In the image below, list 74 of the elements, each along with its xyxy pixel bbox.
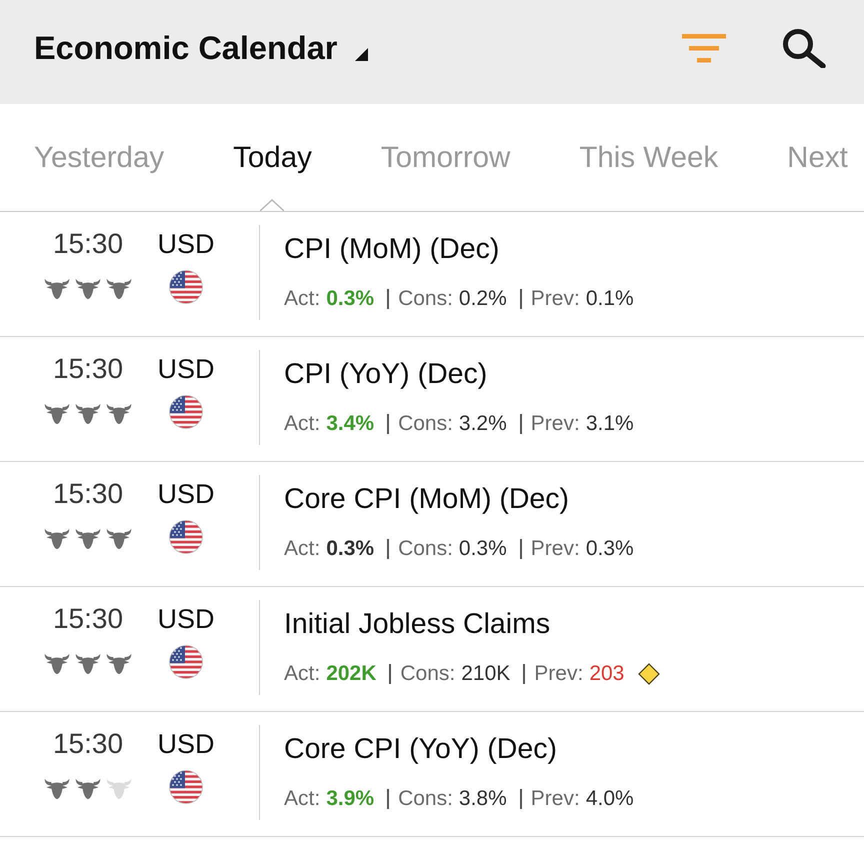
bull-icon xyxy=(44,403,70,425)
currency-code: USD xyxy=(157,728,214,761)
consensus-value: 3.2% xyxy=(458,411,507,437)
actual-label: Act: xyxy=(284,536,320,562)
previous-label: Prev: xyxy=(530,536,580,562)
event-name: Core CPI (YoY) (Dec) xyxy=(284,732,558,766)
bull-icon xyxy=(106,528,132,550)
consensus-value: 0.3% xyxy=(458,536,507,562)
day-tab[interactable]: Tomorrow xyxy=(380,104,510,211)
previous-value: 3.1% xyxy=(586,411,634,437)
currency-code: USD xyxy=(157,353,214,386)
flag-icon xyxy=(169,645,203,679)
bull-icon xyxy=(44,528,70,550)
flag-icon xyxy=(169,770,203,804)
bull-icon xyxy=(106,403,132,425)
bull-icon xyxy=(44,778,70,800)
previous-label: Prev: xyxy=(534,661,584,687)
consensus-label: Cons: xyxy=(398,411,453,437)
event-name: CPI (YoY) (Dec) xyxy=(284,357,488,391)
event-time: 15:30 xyxy=(52,227,124,261)
day-tab[interactable]: Yesterday xyxy=(34,104,164,211)
previous-value: 4.0% xyxy=(586,786,634,812)
day-tab[interactable]: This Week xyxy=(579,104,718,211)
consensus-label: Cons: xyxy=(398,536,453,562)
event-time: 15:30 xyxy=(52,477,124,511)
previous-value: 0.1% xyxy=(586,286,634,312)
flag-icon xyxy=(169,520,203,554)
caret-icon xyxy=(355,48,368,61)
event-time: 15:30 xyxy=(52,352,124,386)
event-name: Initial Jobless Claims xyxy=(284,607,552,641)
title-dropdown[interactable]: Economic Calendar xyxy=(34,28,368,68)
actual-label: Act: xyxy=(284,411,320,437)
consensus-label: Cons: xyxy=(400,661,456,687)
actual-value: 3.9% xyxy=(326,786,374,812)
flag-icon xyxy=(169,395,203,429)
bull-icon xyxy=(44,653,70,675)
bull-icon xyxy=(106,778,132,800)
currency-code: USD xyxy=(157,478,214,511)
bull-icon xyxy=(106,653,132,675)
actual-value: 202K xyxy=(326,661,376,687)
bull-icon xyxy=(106,278,132,300)
tab-pointer-icon xyxy=(260,199,284,211)
previous-label: Prev: xyxy=(530,411,580,437)
consensus-value: 0.2% xyxy=(458,286,507,312)
bull-icon xyxy=(75,653,101,675)
actual-label: Act: xyxy=(284,286,320,312)
actual-value: 0.3% xyxy=(326,536,374,562)
bull-icon xyxy=(75,528,101,550)
previous-label: Prev: xyxy=(530,286,580,312)
event-name: Core CPI (MoM) (Dec) xyxy=(284,482,570,516)
bull-icon xyxy=(75,403,101,425)
actual-label: Act: xyxy=(284,786,320,812)
event-time: 15:30 xyxy=(52,727,124,761)
consensus-label: Cons: xyxy=(398,286,453,312)
actual-value: 0.3% xyxy=(326,286,374,312)
actual-label: Act: xyxy=(284,661,320,687)
search-icon[interactable] xyxy=(782,28,826,68)
actual-value: 3.4% xyxy=(326,411,374,437)
consensus-value: 210K xyxy=(461,661,510,687)
currency-code: USD xyxy=(157,228,214,261)
consensus-label: Cons: xyxy=(398,786,453,812)
previous-label: Prev: xyxy=(530,786,580,812)
day-tab[interactable]: Next xyxy=(787,104,848,211)
previous-value: 0.3% xyxy=(586,536,634,562)
bull-icon xyxy=(75,278,101,300)
bull-icon xyxy=(44,278,70,300)
flag-icon xyxy=(169,270,203,304)
day-tab[interactable]: Today xyxy=(233,104,312,211)
consensus-value: 3.8% xyxy=(458,786,507,812)
event-time: 15:30 xyxy=(52,602,124,636)
event-name: CPI (MoM) (Dec) xyxy=(284,232,500,266)
bull-icon xyxy=(75,778,101,800)
currency-code: USD xyxy=(157,603,214,636)
previous-value: 203 xyxy=(589,661,624,687)
